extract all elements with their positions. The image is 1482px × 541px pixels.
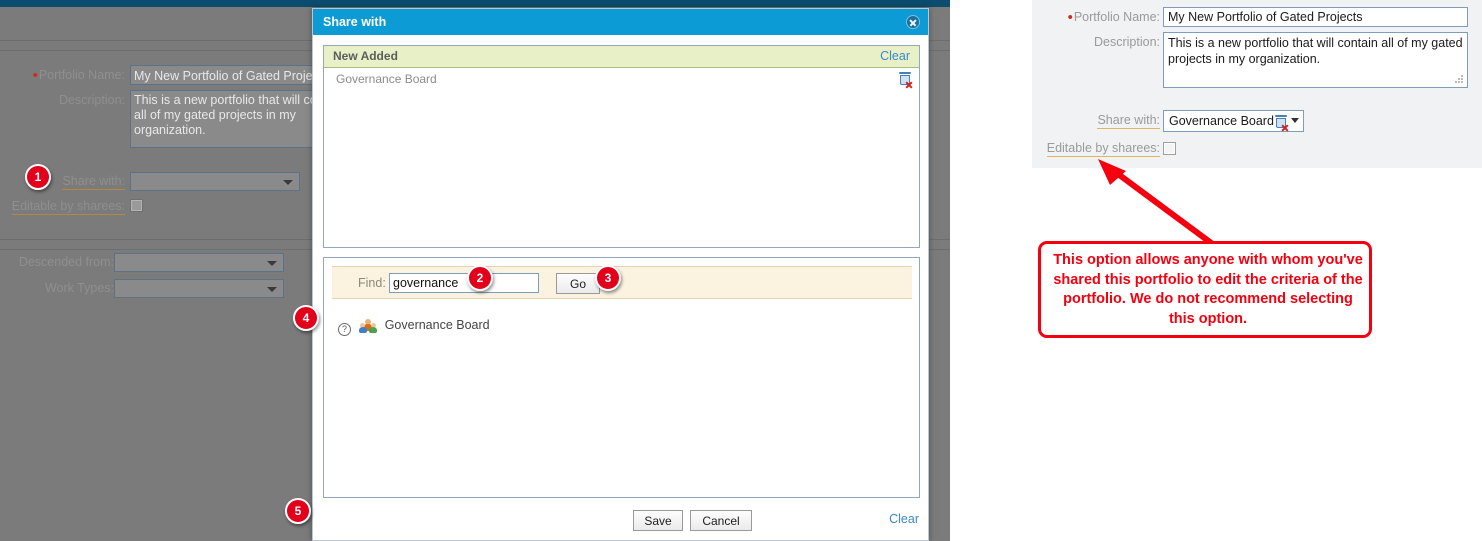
help-icon[interactable]: ? (338, 323, 351, 336)
bg-share-with-label: Share with: (62, 174, 125, 190)
trash-can-icon (899, 72, 913, 89)
find-input[interactable] (389, 273, 539, 293)
rp-portfolio-name-input[interactable]: My New Portfolio of Gated Projects (1163, 7, 1468, 27)
rp-share-with-value: Governance Board (1169, 114, 1274, 128)
search-result-name: Governance Board (384, 318, 490, 332)
annotation-callout: This option allows anyone with whom you'… (1038, 241, 1372, 338)
go-button[interactable]: Go (556, 273, 600, 294)
rp-share-with-dropdown[interactable]: Governance Board (1163, 110, 1304, 132)
resize-handle-icon[interactable] (1455, 75, 1464, 84)
find-label: Find: (358, 276, 386, 290)
remove-share-icon[interactable] (1275, 115, 1289, 132)
bg-description-label: Description: (59, 93, 125, 107)
required-dot-icon: • (32, 67, 38, 84)
rp-portfolio-name-label-text: Portfolio Name: (1073, 10, 1160, 24)
callout-badge-4: 4 (293, 305, 319, 331)
new-added-list-item: Governance Board (324, 69, 919, 91)
callout-badge-2: 2 (467, 265, 493, 291)
callout-badge-1: 1 (25, 164, 51, 190)
bg-descended-from-label: Descended from: (18, 255, 114, 269)
footer-clear-link[interactable]: Clear (889, 512, 919, 526)
bg-portfolio-name-label: •Portfolio Name: (32, 67, 125, 84)
new-added-title: New Added (333, 49, 398, 63)
rp-description-label: Description: (1094, 35, 1160, 49)
rp-description-textarea[interactable]: This is a new portfolio that will contai… (1163, 32, 1468, 88)
chevron-down-icon (267, 286, 277, 292)
annotation-arrow (1098, 159, 1220, 250)
new-added-item-name: Governance Board (336, 72, 437, 86)
search-result-item[interactable]: ? Governance Board (338, 318, 490, 336)
chevron-down-icon (1291, 118, 1299, 123)
new-added-header: New Added Clear (324, 46, 919, 68)
rp-portfolio-name-label: •Portfolio Name: (1067, 9, 1160, 26)
rp-editable-checkbox[interactable] (1163, 142, 1176, 155)
chevron-down-icon (267, 260, 277, 266)
rp-description-text: This is a new portfolio that will contai… (1168, 36, 1463, 66)
user-group-icon (359, 319, 378, 333)
callout-badge-5: 5 (285, 498, 311, 524)
chevron-down-icon (283, 179, 293, 185)
dialog-title-text: Share with (323, 15, 387, 29)
find-bar: Find: Go (332, 266, 912, 299)
bg-editable-label: Editable by sharees: (11, 199, 125, 215)
bg-work-types-label: Work Types: (44, 281, 114, 295)
bg-share-with-select[interactable] (130, 172, 300, 191)
new-added-panel: New Added Clear Governance Board (323, 45, 920, 248)
bg-editable-checkbox[interactable] (130, 199, 143, 212)
rp-share-with-label: Share with: (1097, 113, 1160, 129)
delete-icon[interactable] (899, 72, 913, 89)
annotation-callout-text: This option allows anyone with whom you'… (1053, 252, 1363, 327)
app-top-bar (0, 0, 950, 7)
dialog-title-bar: Share with (313, 9, 928, 35)
bg-descended-from-select[interactable] (114, 253, 284, 272)
search-panel: Find: Go ? Governance Board (323, 257, 920, 498)
required-dot-icon: • (1067, 9, 1073, 26)
new-added-clear-link[interactable]: Clear (880, 49, 910, 63)
bg-portfolio-name-label-text: Portfolio Name: (38, 68, 125, 82)
save-button[interactable]: Save (633, 510, 683, 531)
trash-can-icon (1275, 115, 1289, 132)
bg-work-types-select[interactable] (114, 279, 284, 298)
portfolio-details-panel: •Portfolio Name: My New Portfolio of Gat… (1032, 0, 1482, 168)
callout-badge-3: 3 (595, 265, 621, 291)
close-icon[interactable] (906, 15, 920, 29)
cancel-button[interactable]: Cancel (690, 510, 752, 531)
